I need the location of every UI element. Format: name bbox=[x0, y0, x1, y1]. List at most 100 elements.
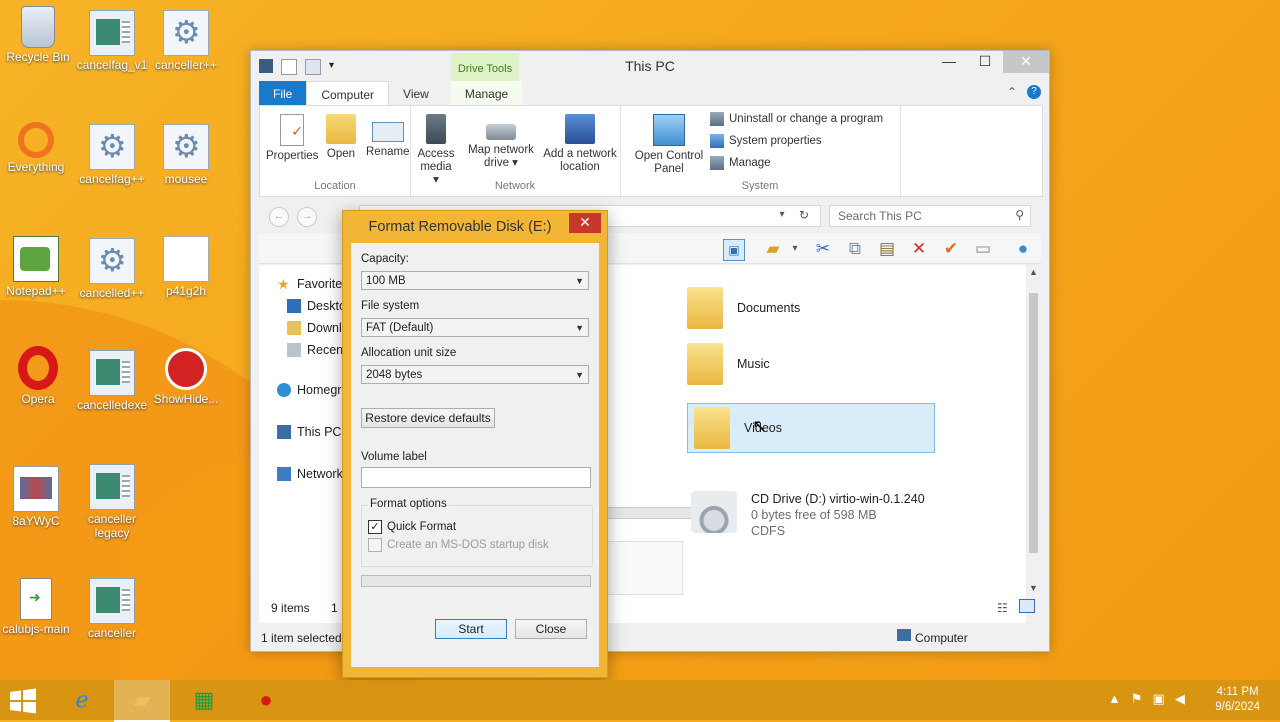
taskbar-opera[interactable]: ● bbox=[238, 680, 294, 720]
large-icons-view-icon[interactable] bbox=[1019, 599, 1035, 613]
desktop-icon-notepadpp[interactable]: Notepad++ bbox=[0, 236, 72, 298]
desktop-icon-canceller[interactable]: canceller bbox=[76, 578, 148, 640]
item-count-extra: 1 bbox=[331, 601, 338, 615]
tab-manage[interactable]: Manage bbox=[450, 81, 523, 105]
paste-icon[interactable]: ▤ bbox=[877, 239, 897, 259]
back-button[interactable]: ← bbox=[269, 207, 289, 227]
collapse-ribbon-icon[interactable]: ⌃ bbox=[1007, 85, 1017, 99]
restore-defaults-button[interactable]: Restore device defaults bbox=[361, 408, 495, 428]
network-icon[interactable]: ▣ bbox=[1153, 691, 1165, 707]
desktop-icon-p41g2h[interactable]: p41g2h bbox=[150, 236, 222, 298]
volume-label-input[interactable] bbox=[361, 467, 591, 488]
action-center-icon[interactable]: ⚑ bbox=[1131, 691, 1143, 707]
gear-icon bbox=[89, 124, 135, 170]
access-media-button[interactable]: Access media ▾ bbox=[416, 114, 456, 187]
scroll-thumb[interactable] bbox=[1029, 293, 1038, 553]
desktop-icon-cancelfag-v1[interactable]: cancelfag_v1 bbox=[76, 10, 148, 72]
close-button[interactable]: ✕ bbox=[1003, 51, 1049, 73]
quick-format-checkbox[interactable]: ✓ Quick Format bbox=[368, 520, 456, 534]
scroll-up-icon[interactable]: ▲ bbox=[1026, 267, 1041, 277]
drive-filesystem: CDFS bbox=[751, 524, 786, 538]
folder-music[interactable]: Music bbox=[687, 343, 770, 385]
forward-button[interactable]: → bbox=[297, 207, 317, 227]
preview-pane-icon[interactable]: ▣ bbox=[723, 239, 745, 261]
close-dialog-button[interactable]: Close bbox=[515, 619, 587, 639]
desktop-icon-opera[interactable]: Opera bbox=[2, 346, 74, 406]
maximize-button[interactable]: ☐ bbox=[967, 51, 1003, 73]
tab-view[interactable]: View bbox=[389, 81, 443, 105]
chevron-down-icon[interactable]: ▾ bbox=[785, 239, 805, 259]
capacity-select[interactable]: 100 MB ▼ bbox=[361, 271, 589, 290]
refresh-icon[interactable]: ↻ bbox=[793, 205, 815, 225]
open-control-panel-button[interactable]: Open Control Panel bbox=[630, 114, 708, 176]
nav-favorites[interactable]: ★ Favorites bbox=[277, 277, 348, 291]
manage-button[interactable]: Manage bbox=[710, 156, 771, 170]
desktop-icon-mousee[interactable]: mousee bbox=[150, 124, 222, 186]
volume-icon[interactable]: ◀ bbox=[1175, 691, 1185, 707]
chevron-down-icon[interactable]: ▾ bbox=[773, 205, 791, 225]
map-network-drive-button[interactable]: Map network drive ▾ bbox=[466, 114, 536, 170]
rename-icon[interactable]: ▭ bbox=[973, 239, 993, 259]
drive-tile[interactable] bbox=[601, 541, 683, 595]
rename-icon bbox=[371, 122, 404, 142]
delete-icon[interactable]: ✕ bbox=[909, 239, 929, 259]
desktop-icon-everything[interactable]: Everything bbox=[0, 122, 72, 174]
volume-label-label: Volume label bbox=[361, 451, 427, 463]
format-progress-bar bbox=[361, 575, 591, 587]
nav-this-pc[interactable]: This PC bbox=[277, 425, 341, 439]
quick-format-label: Quick Format bbox=[387, 521, 457, 533]
details-view-icon[interactable]: ☷ bbox=[997, 601, 1008, 615]
help-icon[interactable]: ? bbox=[1027, 85, 1041, 99]
clock[interactable]: 4:11 PM 9/6/2024 bbox=[1215, 685, 1260, 715]
desktop-icon-calubjs-main[interactable]: calubjs-main bbox=[0, 578, 72, 636]
folder-icon[interactable]: ▰ bbox=[763, 239, 783, 259]
nav-network[interactable]: Network bbox=[277, 467, 343, 481]
allocation-select[interactable]: 2048 bytes ▼ bbox=[361, 365, 589, 384]
start-button[interactable] bbox=[8, 688, 38, 714]
rename-button[interactable]: Rename bbox=[366, 114, 409, 159]
desktop-icon-recycle-bin[interactable]: Recycle Bin bbox=[2, 6, 74, 64]
desktop-icon bbox=[287, 299, 301, 313]
cut-icon[interactable]: ✂ bbox=[813, 239, 833, 259]
cd-drive-d[interactable]: CD Drive (D:) virtio-win-0.1.240 0 bytes… bbox=[691, 491, 925, 539]
show-hidden-icons-icon[interactable]: ▲ bbox=[1108, 691, 1121, 707]
add-network-location-button[interactable]: Add a network location bbox=[540, 114, 620, 174]
dialog-close-button[interactable]: ✕ bbox=[569, 213, 601, 233]
chevron-down-icon: ▼ bbox=[575, 276, 584, 286]
desktop-icon-canceller-pp[interactable]: canceller++ bbox=[150, 10, 222, 72]
minimize-button[interactable]: — bbox=[931, 51, 967, 73]
check-icon[interactable]: ✔ bbox=[941, 239, 961, 259]
properties-button[interactable]: Properties bbox=[266, 114, 318, 163]
open-button[interactable]: Open bbox=[326, 114, 356, 161]
videos-folder-icon bbox=[694, 407, 730, 449]
vertical-scrollbar[interactable]: ▲ ▼ bbox=[1026, 265, 1041, 595]
folder-videos[interactable]: Videos bbox=[687, 403, 935, 453]
uninstall-program-button[interactable]: Uninstall or change a program bbox=[710, 112, 883, 126]
desktop-icon-canceller-legacy[interactable]: canceller legacy bbox=[76, 464, 148, 540]
copy-icon[interactable]: ⧉ bbox=[845, 239, 865, 259]
computer-icon bbox=[277, 425, 291, 439]
start-button[interactable]: Start bbox=[435, 619, 507, 639]
search-input[interactable]: Search This PC ⚲ bbox=[829, 205, 1031, 227]
filesystem-select[interactable]: FAT (Default) ▼ bbox=[361, 318, 589, 337]
checkbox-icon bbox=[368, 538, 382, 552]
desktop-icon-cancelled-pp[interactable]: cancelled++ bbox=[76, 238, 148, 300]
desktop-icon-cancelfag-pp[interactable]: cancelfag++ bbox=[76, 124, 148, 186]
tab-file[interactable]: File bbox=[259, 81, 307, 105]
taskbar-internet-explorer[interactable]: ℯ bbox=[54, 680, 110, 720]
window-title: This PC bbox=[625, 58, 675, 74]
msdos-startup-checkbox[interactable]: Create an MS-DOS startup disk bbox=[368, 538, 549, 552]
group-label-network: Network bbox=[494, 180, 536, 192]
add-location-label: Add a network location bbox=[543, 148, 617, 173]
app-icon bbox=[89, 578, 135, 624]
tab-computer[interactable]: Computer bbox=[306, 81, 390, 105]
taskbar-file-explorer[interactable]: ▰ bbox=[114, 680, 170, 722]
taskbar-store[interactable]: ▦ bbox=[176, 680, 232, 720]
desktop-icon-showhide[interactable]: ShowHide... bbox=[150, 348, 222, 406]
globe-icon[interactable]: ● bbox=[1013, 239, 1033, 259]
scroll-down-icon[interactable]: ▼ bbox=[1026, 583, 1041, 593]
folder-documents[interactable]: Documents bbox=[687, 287, 800, 329]
desktop-icon-cancelledexe[interactable]: cancelledexe bbox=[76, 350, 148, 412]
desktop-icon-8aywyc[interactable]: 8aYWyC bbox=[0, 466, 72, 528]
system-properties-button[interactable]: System properties bbox=[710, 134, 822, 148]
